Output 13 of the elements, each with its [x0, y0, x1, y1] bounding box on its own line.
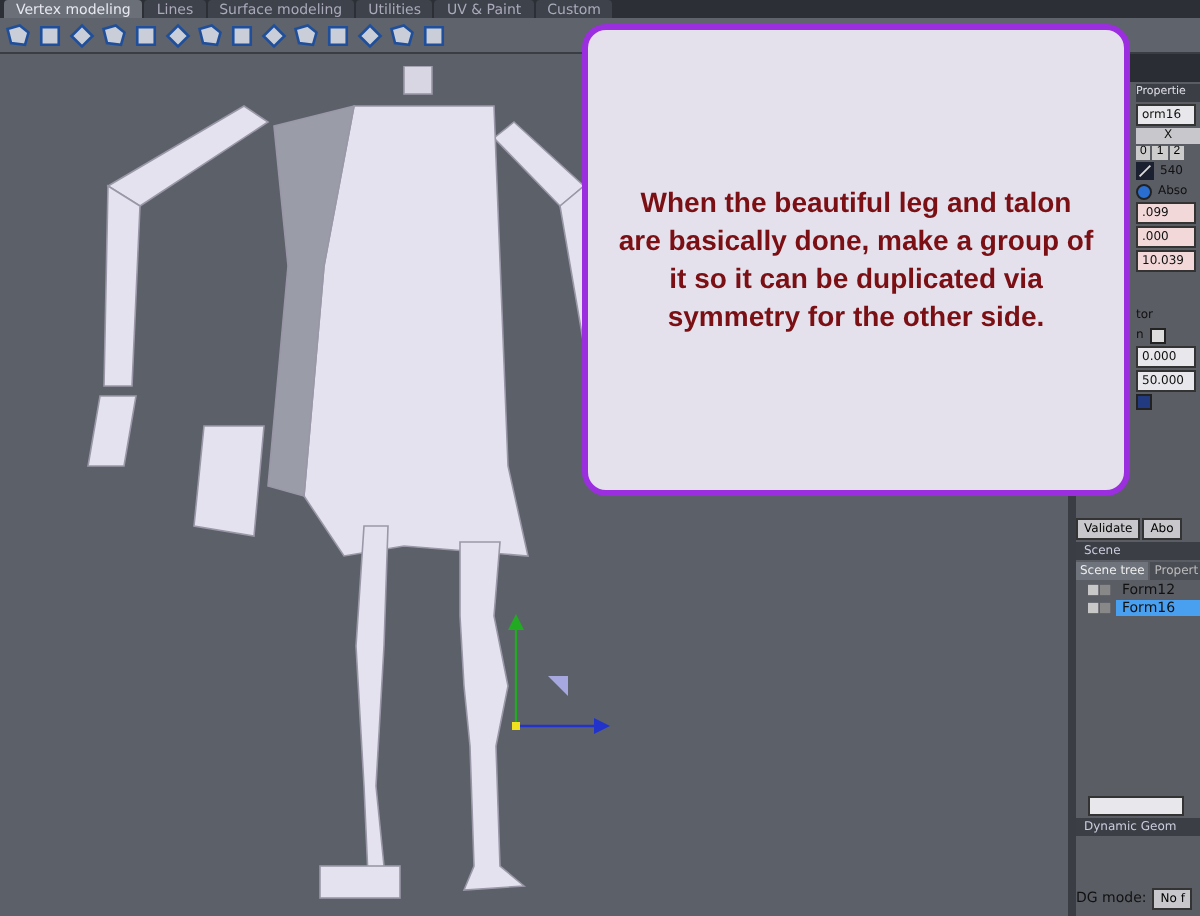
visibility-icons[interactable] — [1088, 602, 1112, 614]
toolbar-icon[interactable] — [228, 21, 256, 49]
checkbox[interactable] — [1149, 327, 1166, 343]
toolbar-icon[interactable] — [324, 21, 352, 49]
radio-button[interactable] — [1136, 183, 1152, 199]
toolbar-icon[interactable] — [36, 21, 64, 49]
mesh-icon — [1136, 162, 1154, 180]
toolbar-icon[interactable] — [420, 21, 448, 49]
callout-text: When the beautiful leg and talon are basically done, make a group of it so it can be duplicated via symmetry for the other side. — [616, 184, 1096, 336]
checkbox[interactable] — [1136, 394, 1152, 410]
toolbar-icon[interactable] — [132, 21, 160, 49]
visibility-icons[interactable] — [1088, 584, 1112, 596]
text-field[interactable] — [1088, 796, 1184, 816]
